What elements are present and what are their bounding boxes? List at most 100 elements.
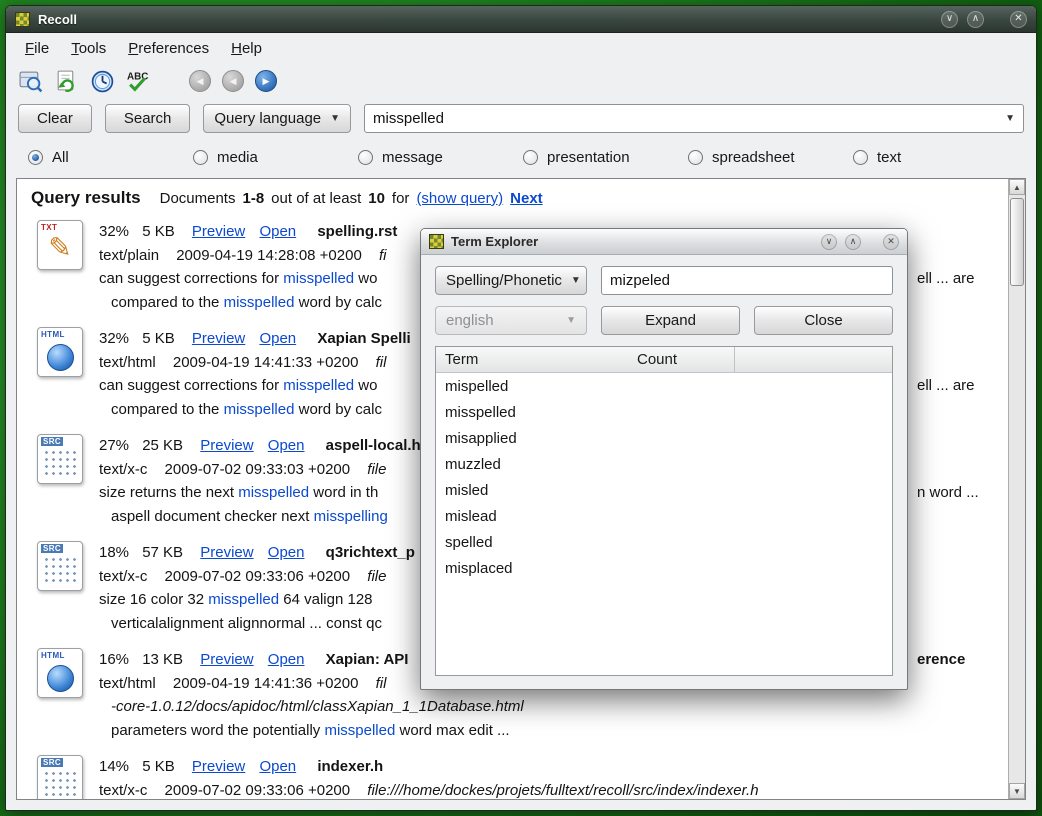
filter-presentation[interactable]: presentation bbox=[523, 149, 688, 166]
expand-mode-combo[interactable]: Spelling/Phonetic ▼ bbox=[435, 266, 587, 295]
open-link[interactable]: Open bbox=[259, 758, 296, 775]
preview-link[interactable]: Preview bbox=[200, 437, 253, 454]
close-button[interactable]: ✕ bbox=[1010, 11, 1027, 28]
search-button[interactable]: Search bbox=[105, 104, 191, 133]
result-title: Xapian: API bbox=[326, 651, 409, 668]
open-link[interactable]: Open bbox=[268, 437, 305, 454]
preview-link[interactable]: Preview bbox=[192, 330, 245, 347]
file-size: 5 KB bbox=[142, 330, 175, 347]
filter-message[interactable]: message bbox=[358, 149, 523, 166]
filter-label: All bbox=[52, 149, 69, 166]
scrollbar-thumb[interactable] bbox=[1010, 198, 1024, 286]
file-size: 5 KB bbox=[142, 758, 175, 775]
expand-mode-label: Spelling/Phonetic bbox=[446, 272, 562, 289]
preview-link[interactable]: Preview bbox=[200, 651, 253, 668]
prev-page-icon[interactable]: ◀ bbox=[222, 70, 244, 92]
vertical-scrollbar[interactable]: ▲ ▼ bbox=[1008, 179, 1025, 799]
code-dots-icon bbox=[43, 556, 77, 586]
recoll-logo-icon bbox=[429, 234, 444, 249]
result-total: 10 bbox=[368, 190, 385, 207]
result-title: spelling.rst bbox=[317, 223, 397, 240]
file-url: fi bbox=[379, 247, 387, 264]
scroll-down-icon[interactable]: ▼ bbox=[1009, 783, 1025, 799]
radio-icon[interactable] bbox=[193, 150, 208, 165]
unshade-button[interactable]: ∧ bbox=[845, 234, 861, 250]
term-row[interactable]: spelled bbox=[436, 529, 892, 555]
save-query-icon[interactable] bbox=[54, 69, 79, 94]
snippet: parameters word the potentially misspell… bbox=[99, 719, 1008, 743]
term-row[interactable]: misled bbox=[436, 477, 892, 503]
clear-button[interactable]: Clear bbox=[18, 104, 92, 133]
open-link[interactable]: Open bbox=[259, 223, 296, 240]
term-row[interactable]: muzzled bbox=[436, 451, 892, 477]
search-input[interactable] bbox=[364, 104, 1024, 133]
date: 2009-07-02 09:33:06 +0200 bbox=[165, 568, 351, 585]
clear-search-icon[interactable] bbox=[18, 69, 43, 94]
count-column-header[interactable]: Count bbox=[635, 347, 735, 372]
term-column-header[interactable]: Term bbox=[436, 351, 635, 368]
radio-icon[interactable] bbox=[688, 150, 703, 165]
result-title: Xapian Spelli bbox=[317, 330, 410, 347]
titlebar: Recoll ∨ ∧ ✕ bbox=[6, 6, 1036, 33]
filter-spreadsheet[interactable]: spreadsheet bbox=[688, 149, 853, 166]
source-code-icon: SRC bbox=[37, 755, 83, 799]
unshade-button[interactable]: ∧ bbox=[967, 11, 984, 28]
result-title-fragment: erence bbox=[917, 648, 965, 672]
term-row[interactable]: misplaced bbox=[436, 555, 892, 581]
close-button[interactable]: Close bbox=[754, 306, 893, 335]
expand-button[interactable]: Expand bbox=[601, 306, 740, 335]
menu-help[interactable]: Help bbox=[222, 36, 271, 61]
file-url: fil bbox=[376, 675, 387, 692]
window-title: Recoll bbox=[38, 12, 77, 27]
open-link[interactable]: Open bbox=[268, 544, 305, 561]
filter-text[interactable]: text bbox=[853, 149, 1018, 166]
scroll-up-icon[interactable]: ▲ bbox=[1009, 179, 1025, 195]
search-row: Clear Search Query language ▼ ▼ bbox=[6, 99, 1036, 142]
first-page-icon[interactable]: ◀ bbox=[189, 70, 211, 92]
html-document-icon: HTML bbox=[37, 327, 83, 377]
dialog-titlebar: Term Explorer ∨ ∧ ✕ bbox=[421, 229, 907, 255]
next-page-icon[interactable]: ▶ bbox=[255, 70, 277, 92]
file-url: fil bbox=[376, 354, 387, 371]
relevance-percent: 14% bbox=[99, 758, 129, 775]
result-title: aspell-local.h bbox=[326, 437, 421, 454]
shade-button[interactable]: ∨ bbox=[941, 11, 958, 28]
spellcheck-term-explorer-icon[interactable]: ABC bbox=[126, 69, 151, 94]
term-row[interactable]: misapplied bbox=[436, 425, 892, 451]
term-table-header[interactable]: Term Count bbox=[436, 347, 892, 373]
preview-link[interactable]: Preview bbox=[192, 223, 245, 240]
file-size: 5 KB bbox=[142, 223, 175, 240]
close-button[interactable]: ✕ bbox=[883, 234, 899, 250]
menu-tools[interactable]: Tools bbox=[62, 36, 115, 61]
doc-history-clock-icon[interactable] bbox=[90, 69, 115, 94]
term-input[interactable] bbox=[601, 266, 893, 295]
open-link[interactable]: Open bbox=[268, 651, 305, 668]
radio-icon[interactable] bbox=[523, 150, 538, 165]
open-link[interactable]: Open bbox=[259, 330, 296, 347]
filter-all[interactable]: All bbox=[28, 149, 193, 166]
term-row[interactable]: mispelled bbox=[436, 373, 892, 399]
next-page-link[interactable]: Next bbox=[510, 190, 543, 207]
shade-button[interactable]: ∨ bbox=[821, 234, 837, 250]
term-row[interactable]: mislead bbox=[436, 503, 892, 529]
file-url: file:///home/dockes/projets/fulltext/rec… bbox=[367, 782, 758, 799]
term-row[interactable]: misspelled bbox=[436, 399, 892, 425]
term-table: Term Count mispelled misspelled misappli… bbox=[435, 346, 893, 676]
preview-link[interactable]: Preview bbox=[200, 544, 253, 561]
radio-icon[interactable] bbox=[28, 150, 43, 165]
show-query-link[interactable]: (show query) bbox=[416, 190, 503, 207]
radio-icon[interactable] bbox=[358, 150, 373, 165]
mime-type: text/plain bbox=[99, 247, 159, 264]
filter-media[interactable]: media bbox=[193, 149, 358, 166]
date: 2009-07-02 09:33:06 +0200 bbox=[165, 782, 351, 799]
source-code-icon: SRC bbox=[37, 434, 83, 484]
relevance-percent: 18% bbox=[99, 544, 129, 561]
query-language-combo[interactable]: Query language ▼ bbox=[203, 104, 351, 133]
chevron-down-icon[interactable]: ▼ bbox=[1005, 113, 1015, 124]
preview-link[interactable]: Preview bbox=[192, 758, 245, 775]
menu-preferences[interactable]: Preferences bbox=[119, 36, 218, 61]
radio-icon[interactable] bbox=[853, 150, 868, 165]
menu-file[interactable]: File bbox=[16, 36, 58, 61]
mime-type: text/html bbox=[99, 354, 156, 371]
relevance-percent: 27% bbox=[99, 437, 129, 454]
